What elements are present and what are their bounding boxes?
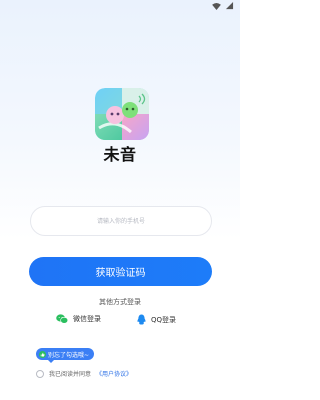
app-logo xyxy=(95,88,149,140)
qq-login-button[interactable]: QQ登录 xyxy=(137,314,176,325)
qq-login-label: QQ登录 xyxy=(151,315,177,324)
wechat-login-button[interactable]: 微信登录 xyxy=(56,314,101,324)
qq-icon xyxy=(137,314,146,325)
page-background xyxy=(0,0,240,400)
wechat-login-label: 微信登录 xyxy=(73,315,101,323)
wifi-icon xyxy=(212,2,221,10)
wechat-icon xyxy=(56,314,68,324)
other-login-title: 其他方式登录 xyxy=(99,298,141,306)
thumbs-up-icon xyxy=(39,350,46,358)
agreement-fade-overlay xyxy=(150,364,190,382)
battery-icon xyxy=(225,2,234,10)
agreement-tip-bubble: 别忘了勾选哦~ xyxy=(36,348,95,363)
agreement-prefix-text: 我已阅读并同意 xyxy=(49,371,92,378)
app-logo-icon xyxy=(95,88,149,140)
status-bar xyxy=(0,0,240,12)
agreement-tip-text: 别忘了勾选哦~ xyxy=(48,351,90,359)
get-code-button[interactable]: 获取验证码 xyxy=(29,257,212,286)
status-icons xyxy=(212,2,234,10)
user-agreement-link[interactable]: 《用户协议》 xyxy=(96,369,132,378)
agreement-row: 我已阅读并同意 《用户协议》 xyxy=(36,369,132,378)
phone-input[interactable] xyxy=(30,206,212,236)
agree-checkbox[interactable] xyxy=(36,369,44,378)
app-name: 未音 xyxy=(103,145,137,164)
